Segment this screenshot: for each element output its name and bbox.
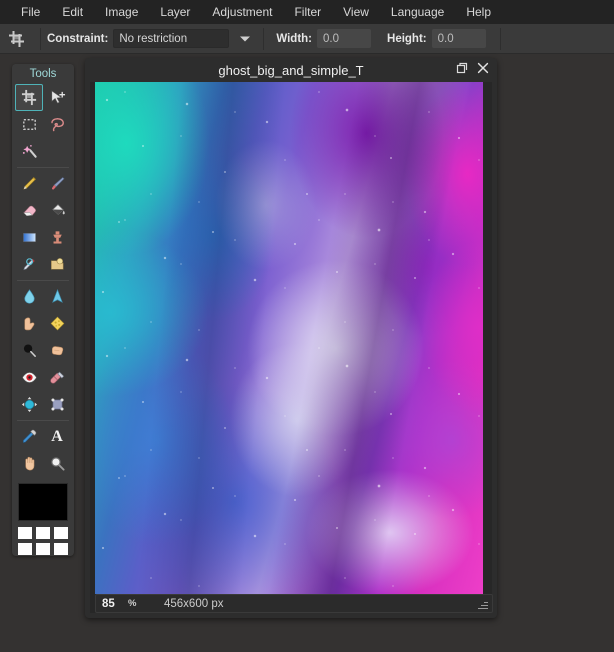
pencil-tool[interactable] [15,170,43,197]
tool-row [15,364,71,391]
menu-adjustment[interactable]: Adjustment [201,2,283,22]
crop-icon [0,24,34,54]
eraser-tool[interactable] [15,197,43,224]
blur-tool[interactable] [15,283,43,310]
move-tool[interactable] [43,84,71,111]
zoom-unit-label: % [128,598,137,609]
tool-options-bar: Constraint: No restriction Width: 0.0 He… [0,24,614,54]
zoom-tool[interactable] [43,450,71,477]
menu-bar: File Edit Image Layer Adjustment Filter … [0,0,614,24]
shape-tool[interactable] [43,251,71,278]
text-tool-glyph: A [51,427,63,445]
tool-row [15,251,71,278]
tools-divider [17,420,69,421]
palette-swatch[interactable] [18,527,32,539]
height-input[interactable]: 0.0 [431,29,486,48]
options-separator-2 [263,27,265,50]
pan-tool[interactable] [15,450,43,477]
document-titlebar[interactable]: ghost_big_and_simple_T [85,58,497,82]
clone-stamp-tool[interactable] [43,224,71,251]
red-eye-tool[interactable] [15,364,43,391]
tool-row [15,84,71,111]
lasso-select-tool[interactable] [43,111,71,138]
primary-color-swatch[interactable] [18,483,68,521]
height-label: Height: [387,32,427,45]
tools-divider [17,167,69,168]
menu-edit[interactable]: Edit [51,2,94,22]
palette-swatch[interactable] [36,527,50,539]
tools-panel: Tools A [12,64,74,556]
tool-row [15,111,71,138]
close-icon[interactable] [477,61,489,78]
tool-row: A [15,423,71,450]
text-tool[interactable]: A [43,423,71,450]
dodge-tool[interactable] [15,337,43,364]
clone-source-tool[interactable] [15,251,43,278]
gradient-tool[interactable] [15,224,43,251]
image-dimensions-label: 456x600 px [164,597,224,610]
palette-swatch[interactable] [18,543,32,555]
magic-wand-tool[interactable] [15,138,43,165]
crop-tool[interactable] [15,84,43,111]
tool-row [15,224,71,251]
tool-row [15,283,71,310]
width-label: Width: [276,32,313,45]
tool-row [15,450,71,477]
palette-swatch[interactable] [36,543,50,555]
resize-grip-icon[interactable] [477,598,489,610]
color-palette [18,527,68,555]
window-controls [456,61,489,78]
menu-view[interactable]: View [332,2,380,22]
status-bar: 85 % 456x600 px [95,594,493,613]
constraint-label: Constraint: [47,32,109,45]
tools-grid: A [12,83,74,556]
bloat-tool[interactable] [15,391,43,418]
tools-divider [17,280,69,281]
tool-row [15,310,71,337]
paint-brush-tool[interactable] [43,170,71,197]
palette-swatch[interactable] [54,543,68,555]
sharpen-tool[interactable] [43,283,71,310]
tool-row [15,138,71,165]
zoom-level-input[interactable]: 85 [96,598,128,610]
menu-language[interactable]: Language [380,2,455,22]
menu-help[interactable]: Help [455,2,502,22]
options-separator-1 [40,27,41,50]
constraint-value: No restriction [119,32,188,45]
tool-row [15,197,71,224]
palette-swatch[interactable] [54,527,68,539]
options-separator-3 [499,27,501,50]
tool-row [15,170,71,197]
document-title: ghost_big_and_simple_T [218,62,364,78]
restore-window-icon[interactable] [456,61,468,78]
canvas-area: 85 % 456x600 px [90,82,493,613]
pinch-tool[interactable] [43,391,71,418]
menu-layer[interactable]: Layer [149,2,201,22]
width-input[interactable]: 0.0 [317,29,372,48]
paint-application-window: File Edit Image Layer Adjustment Filter … [0,0,614,652]
star-field-fine [95,82,483,594]
rectangle-select-tool[interactable] [15,111,43,138]
constraint-select[interactable]: No restriction [113,29,251,48]
tools-panel-title: Tools [12,64,74,83]
smudge-tool[interactable] [15,310,43,337]
menu-filter[interactable]: Filter [283,2,332,22]
constraint-group: Constraint: No restriction [47,29,251,48]
chevron-down-icon[interactable] [240,36,251,41]
image-canvas[interactable] [95,82,483,594]
width-group: Width: 0.0 [276,29,372,48]
tool-row [15,391,71,418]
color-picker-tool[interactable] [15,423,43,450]
sponge-tool[interactable] [43,310,71,337]
menu-file[interactable]: File [10,2,51,22]
tool-row [15,337,71,364]
burn-tool[interactable] [43,337,71,364]
document-window: ghost_big_and_simple_T 85 % 456x600 px [85,58,497,618]
healing-brush-tool[interactable] [43,364,71,391]
paint-bucket-tool[interactable] [43,197,71,224]
menu-image[interactable]: Image [94,2,149,22]
height-group: Height: 0.0 [387,29,486,48]
